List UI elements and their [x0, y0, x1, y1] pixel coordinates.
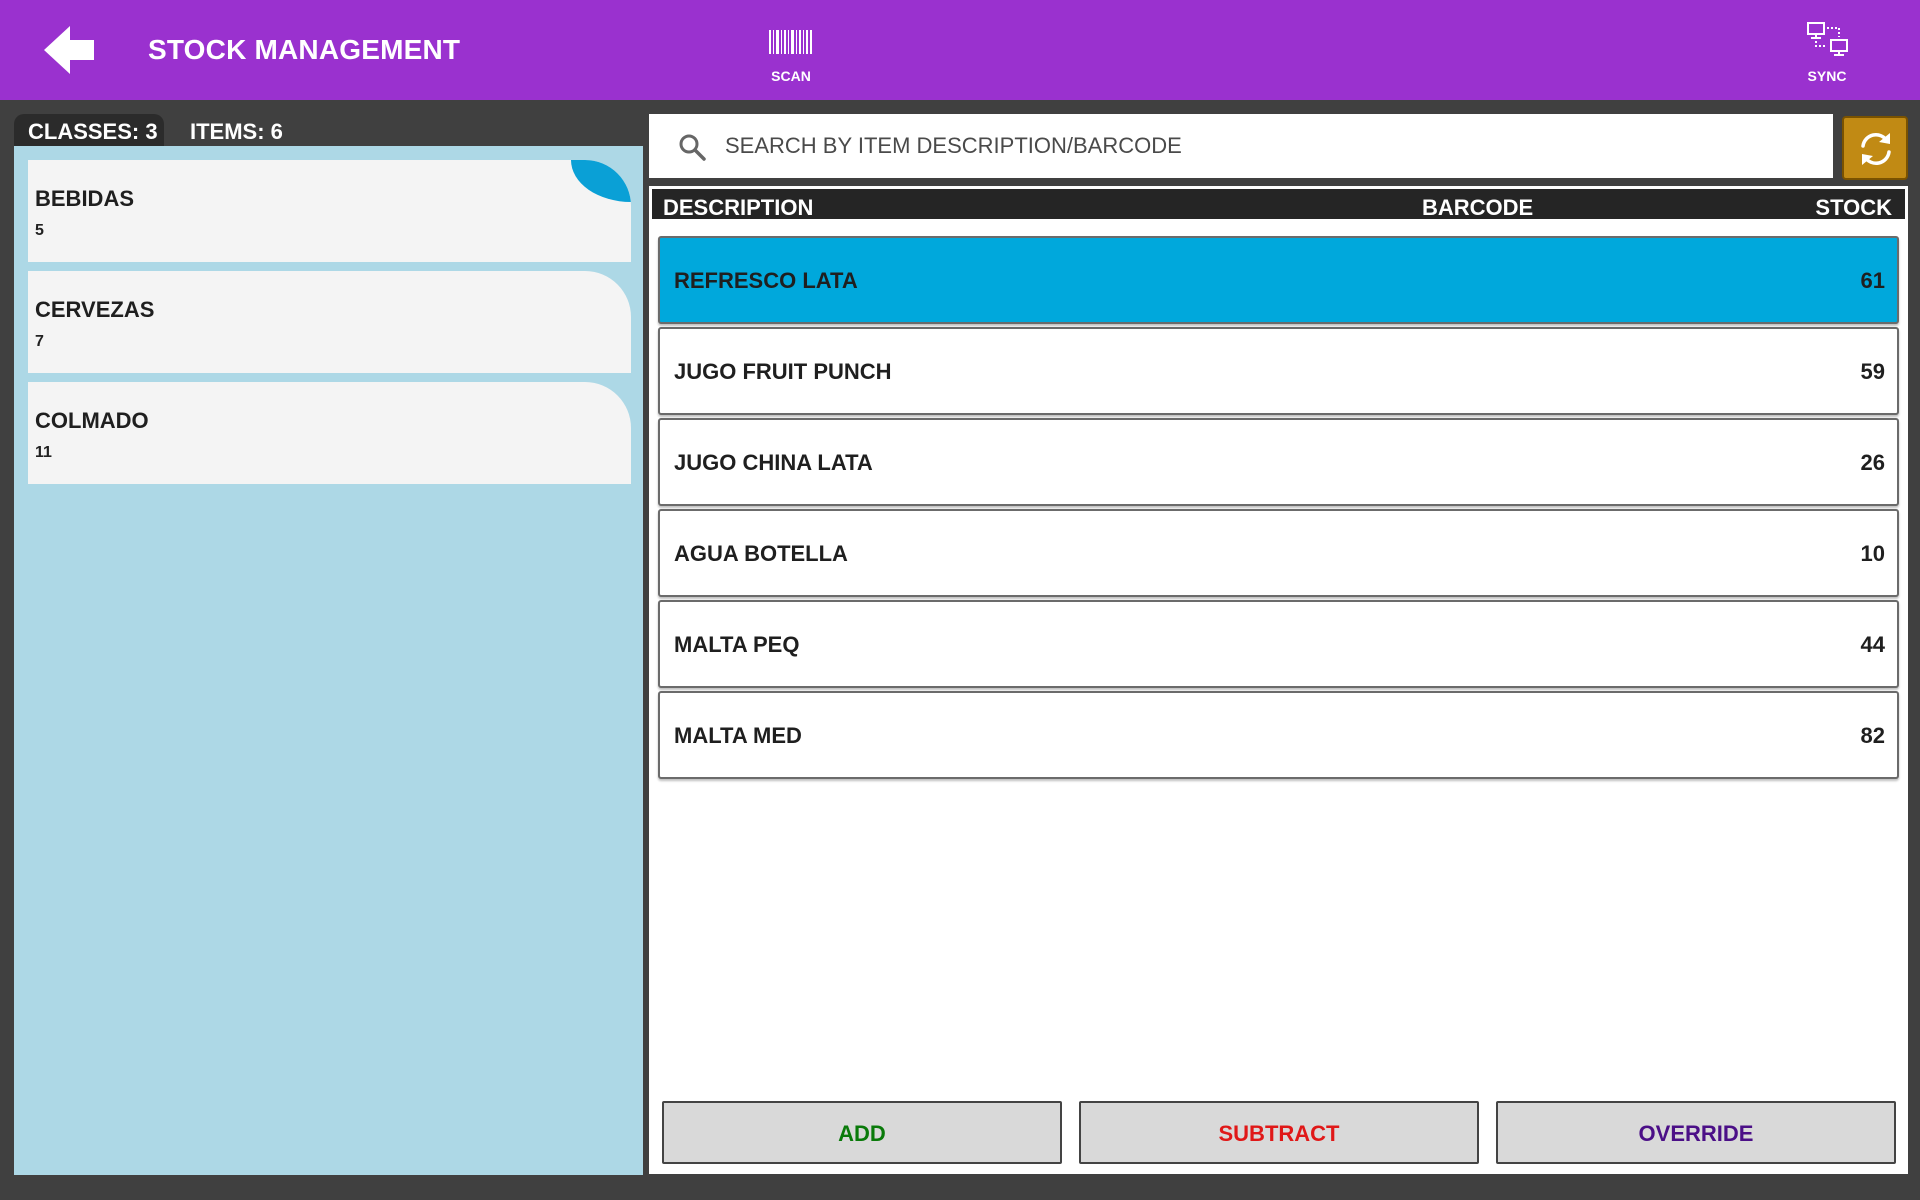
class-card-colmado[interactable]: COLMADO 11: [28, 382, 631, 484]
item-list-panel: DESCRIPTION BARCODE STOCK REFRESCO LATA …: [649, 186, 1908, 1174]
column-header-barcode[interactable]: BARCODE: [1422, 195, 1533, 221]
search-bar: [649, 114, 1833, 178]
search-icon: [679, 134, 706, 161]
class-name: CERVEZAS: [35, 297, 155, 322]
item-stock: 82: [1860, 723, 1885, 748]
table-row[interactable]: JUGO CHINA LATA 26: [658, 418, 1899, 506]
item-stock: 44: [1860, 632, 1885, 657]
item-stock: 10: [1860, 541, 1885, 566]
table-row[interactable]: REFRESCO LATA 61: [658, 236, 1899, 324]
top-bar: STOCK MANAGEMENT SCAN SYNC: [0, 0, 1920, 100]
item-description: AGUA BOTELLA: [674, 541, 848, 566]
table-row[interactable]: AGUA BOTELLA 10: [658, 509, 1899, 597]
table-row[interactable]: MALTA PEQ 44: [658, 600, 1899, 688]
page-title: STOCK MANAGEMENT: [148, 34, 461, 65]
class-count: 7: [35, 333, 44, 350]
sync-label: SYNC: [1807, 68, 1847, 84]
item-description: REFRESCO LATA: [674, 268, 858, 293]
column-header-stock[interactable]: STOCK: [1815, 195, 1892, 221]
item-stock: 59: [1860, 359, 1885, 384]
column-header-description[interactable]: DESCRIPTION: [663, 195, 813, 221]
items-count-tab[interactable]: ITEMS: 6: [190, 119, 283, 145]
barcode-icon: [769, 30, 812, 54]
item-description: MALTA PEQ: [674, 632, 800, 657]
sync-button[interactable]: SYNC: [1767, 20, 1887, 94]
class-name: COLMADO: [35, 408, 149, 433]
table-header: DESCRIPTION BARCODE STOCK: [649, 186, 1908, 222]
scan-button[interactable]: SCAN: [731, 20, 851, 94]
scan-label: SCAN: [771, 68, 811, 84]
class-count: 11: [35, 444, 52, 461]
class-card-bebidas[interactable]: BEBIDAS 5: [28, 160, 631, 262]
item-stock: 61: [1860, 268, 1885, 293]
class-card-cervezas[interactable]: CERVEZAS 7: [28, 271, 631, 373]
table-row[interactable]: MALTA MED 82: [658, 691, 1899, 779]
item-description: JUGO FRUIT PUNCH: [674, 359, 892, 384]
item-stock: 26: [1860, 450, 1885, 475]
table-row[interactable]: JUGO FRUIT PUNCH 59: [658, 327, 1899, 415]
back-arrow-icon: [44, 26, 94, 74]
back-button[interactable]: [44, 22, 104, 78]
class-name: BEBIDAS: [35, 186, 135, 211]
refresh-icon: [1861, 133, 1891, 165]
subtract-button[interactable]: SUBTRACT: [1079, 1101, 1479, 1164]
classes-count-tab[interactable]: CLASSES: 3: [14, 114, 164, 146]
class-count: 5: [35, 222, 44, 239]
add-button[interactable]: ADD: [662, 1101, 1062, 1164]
refresh-button[interactable]: [1842, 116, 1908, 180]
class-list: BEBIDAS 5 CERVEZAS 7 COLMADO 11: [14, 146, 643, 1175]
item-description: MALTA MED: [674, 723, 802, 748]
sync-network-icon: [1807, 22, 1848, 56]
search-input[interactable]: [725, 124, 1815, 168]
selected-marker: [571, 160, 631, 202]
override-button[interactable]: OVERRIDE: [1496, 1101, 1896, 1164]
item-description: JUGO CHINA LATA: [674, 450, 873, 475]
